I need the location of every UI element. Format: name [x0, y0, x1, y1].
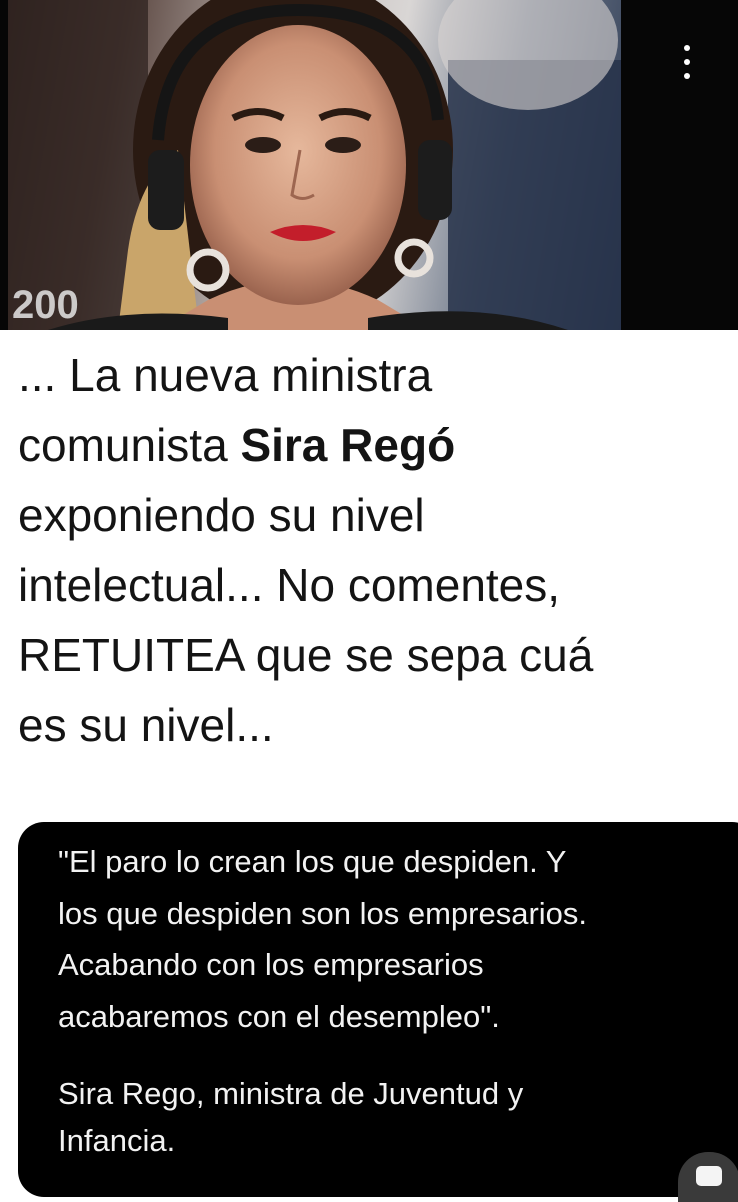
photo-of-woman-with-headset: 200: [8, 0, 621, 330]
quote-line-1: "El paro lo crean los que despiden. Y: [58, 844, 567, 879]
quote-line-4: acabaremos con el desempleo".: [58, 998, 500, 1034]
headline-line-2: comunista Sira Regó: [18, 410, 738, 480]
quote-box: "El paro lo crean los que despiden. Y lo…: [18, 822, 738, 1202]
headline-text: ... La nueva ministra comunista Sira Reg…: [18, 340, 738, 760]
headline-line-1: ... La nueva ministra: [18, 349, 433, 401]
headline-line-4: intelectual... No comentes,: [18, 559, 561, 611]
comment-bubble-icon[interactable]: [678, 1152, 738, 1202]
quote-text: "El paro lo crean los que despiden. Y lo…: [58, 836, 738, 1042]
quote-line-3: Acabando con los empresarios: [58, 947, 484, 982]
attribution-line-2: Infancia.: [58, 1123, 176, 1158]
headline-line-6: es su nivel...: [18, 699, 274, 751]
more-dot: [684, 73, 690, 79]
quote-line-2: los que despiden son los empresarios.: [58, 895, 588, 931]
headline-line-2-text: comunista: [18, 419, 241, 471]
more-vertical-icon[interactable]: [680, 45, 694, 89]
minister-name: Sira Regó: [240, 419, 456, 471]
attribution-line-1: Sira Rego, ministra de Juventud y: [58, 1076, 524, 1111]
more-dot: [684, 45, 690, 51]
headline-line-3: exponiendo su nivel: [18, 489, 425, 541]
quote-attribution: Sira Rego, ministra de Juventud y Infanc…: [58, 1070, 738, 1164]
more-dot: [684, 59, 690, 65]
headline-line-5: RETUITEA que se sepa cuá: [18, 629, 594, 681]
photo-overlay-text: 200: [12, 283, 79, 327]
